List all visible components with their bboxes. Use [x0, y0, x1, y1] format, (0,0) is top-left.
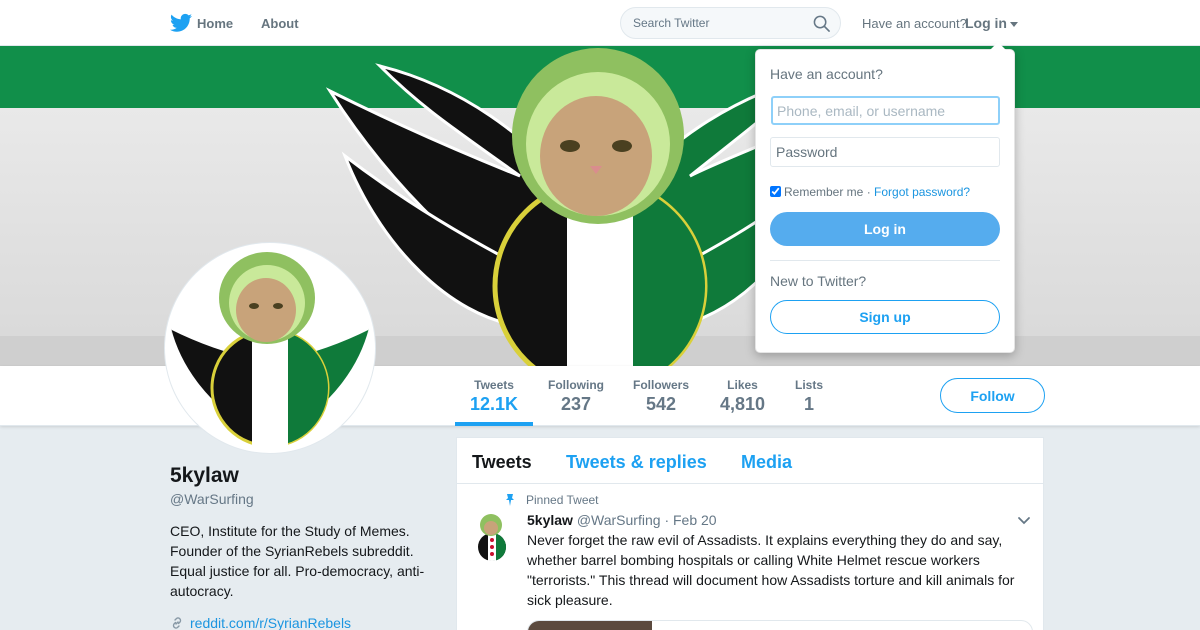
tweet-media-thumbnail — [528, 621, 652, 630]
pin-icon — [506, 494, 514, 506]
stat-value: 4,810 — [720, 394, 766, 414]
stat-label: Following — [548, 378, 604, 392]
remember-separator: · — [866, 185, 871, 199]
profile-website: reddit.com/r/SyrianRebels — [170, 615, 351, 630]
stat-value: 237 — [560, 394, 592, 414]
caret-down-icon — [1010, 21, 1018, 27]
profile-name[interactable]: 5kylaw — [170, 464, 239, 488]
profile-bio: CEO, Institute for the Study of Memes. F… — [170, 523, 425, 599]
search-icon[interactable] — [813, 15, 830, 32]
tweet-author-name[interactable]: 5kylaw — [527, 512, 573, 528]
pinned-tweet-label: Pinned Tweet — [526, 493, 599, 507]
timeline-tabs: Tweets Tweets & replies Media — [457, 438, 1043, 484]
stat-label: Tweets — [474, 378, 514, 392]
stat-label: Followers — [633, 378, 690, 392]
profile-avatar[interactable] — [165, 243, 375, 453]
search-box — [620, 7, 841, 39]
top-navigation-bar: Home About Have an account? Log in — [0, 0, 1200, 46]
profile-website-link[interactable]: reddit.com/r/SyrianRebels — [190, 615, 351, 630]
stat-label: Lists — [795, 378, 824, 392]
stat-value: 1 — [804, 394, 815, 414]
stat-tweets[interactable]: Tweets 12.1K — [470, 378, 518, 415]
twitter-bird-icon[interactable] — [170, 13, 192, 33]
login-button[interactable]: Log in — [770, 212, 1000, 246]
timeline: Tweets Tweets & replies Media Pinned Twe… — [456, 437, 1044, 630]
tweet-author-handle[interactable]: @WarSurfing — [577, 512, 661, 528]
remember-me-label[interactable]: Remember me — [784, 185, 863, 199]
stat-followers[interactable]: Followers 542 — [633, 378, 689, 415]
stat-likes[interactable]: Likes 4,810 — [720, 378, 765, 415]
nav-about-link[interactable]: About — [261, 16, 299, 31]
chevron-down-icon[interactable] — [1017, 516, 1031, 526]
nav-home-link[interactable]: Home — [197, 16, 233, 31]
have-account-text: Have an account? — [862, 16, 967, 31]
tab-media[interactable]: Media — [741, 452, 792, 473]
tab-tweets-replies[interactable]: Tweets & replies — [566, 452, 707, 473]
tweet-avatar[interactable] — [468, 513, 516, 561]
tweet-date[interactable]: Feb 20 — [673, 512, 717, 528]
stat-following[interactable]: Following 237 — [548, 378, 604, 415]
tweet-media-card[interactable] — [527, 620, 1033, 630]
active-stat-underline — [455, 422, 533, 426]
tweet-header: 5kylaw @WarSurfing · Feb 20 — [527, 512, 717, 528]
forgot-password-link[interactable]: Forgot password? — [874, 185, 970, 199]
tweet-avatar-image — [468, 513, 516, 561]
password-field[interactable] — [770, 137, 1000, 167]
stat-lists[interactable]: Lists 1 — [795, 378, 823, 415]
new-to-twitter-text: New to Twitter? — [770, 273, 867, 289]
dropdown-divider — [770, 260, 1000, 261]
profile-handle[interactable]: @WarSurfing — [170, 491, 254, 507]
link-icon — [172, 617, 182, 629]
search-input[interactable] — [633, 16, 803, 30]
tab-tweets[interactable]: Tweets — [472, 452, 532, 473]
login-dropdown: Have an account? Remember me · Forgot pa… — [755, 42, 1015, 353]
stat-value: 12.1K — [470, 394, 519, 414]
stat-label: Likes — [727, 378, 758, 392]
login-toggle-label: Log in — [965, 15, 1007, 31]
dropdown-caret — [990, 42, 1006, 50]
tweet-separator: · — [664, 512, 670, 528]
signup-button[interactable]: Sign up — [770, 300, 1000, 334]
username-field[interactable] — [771, 96, 1000, 125]
remember-me-checkbox[interactable] — [770, 186, 781, 197]
remember-me-row: Remember me · Forgot password? — [770, 185, 970, 199]
login-dropdown-toggle[interactable]: Log in — [965, 15, 1018, 31]
avatar-image — [170, 248, 370, 448]
follow-button[interactable]: Follow — [940, 378, 1045, 413]
stat-value: 542 — [645, 394, 677, 414]
tweet-text: Never forget the raw evil of Assadists. … — [527, 532, 1015, 608]
login-dropdown-title: Have an account? — [770, 66, 883, 82]
